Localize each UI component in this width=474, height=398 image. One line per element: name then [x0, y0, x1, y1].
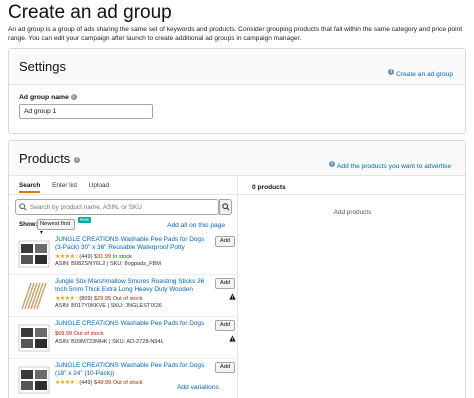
product-rating-price: $69.99 Out of stock: [55, 331, 104, 337]
product-row: JUNGLE CREATIONS Washable Pee Pads for D…: [9, 233, 238, 275]
product-thumbnail: [21, 282, 47, 310]
product-rating-price: ★★★★☆(449) $31.99 In stock: [55, 253, 132, 260]
rating-count: (449): [79, 380, 93, 386]
add-product-button[interactable]: Add: [215, 278, 235, 289]
product-sku: SKU: 8ogpads_FBM: [109, 261, 161, 267]
search-button[interactable]: [219, 199, 232, 215]
info-icon[interactable]: i: [73, 156, 80, 163]
sort-select-value: Newest first: [40, 221, 71, 227]
add-products-help-link[interactable]: i Add the products you want to advertise: [329, 155, 451, 173]
product-row: JUNGLE CREATIONS Washable Pee Pads for D…: [9, 317, 238, 359]
rating-count: (809): [79, 296, 93, 302]
intro-text: An ad group is a group of ads sharing th…: [8, 26, 463, 42]
settings-header: Settings i Create an ad group: [9, 49, 465, 85]
rating-count: (449): [79, 254, 93, 260]
star-rating-icon: ★★★★☆: [55, 296, 80, 302]
product-price: $69.99: [55, 331, 73, 337]
product-row: Jungle Stix Marshmallow Smores Roasting …: [9, 275, 238, 317]
settings-title: Settings: [19, 59, 66, 74]
stock-status: In stock: [112, 254, 132, 260]
info-icon[interactable]: i: [70, 94, 77, 101]
selected-products-pane: 0 products Add products: [238, 176, 467, 398]
selected-divider: [238, 194, 467, 195]
product-ids: ASIN: B08ZSNY6L2 | SKU: 8ogpads_FBM: [55, 261, 161, 267]
add-product-button[interactable]: Add: [215, 362, 235, 373]
product-title[interactable]: JUNGLE CREATIONS Washable Pee Pads for D…: [55, 362, 205, 378]
settings-card: Settings i Create an ad group Ad group na…: [8, 48, 466, 134]
product-tabs: Search Enter list Upload: [19, 182, 119, 193]
products-title-text: Products: [19, 151, 71, 166]
ad-group-name-label-text: Ad group name: [19, 94, 69, 101]
products-title: Products i: [19, 151, 82, 166]
add-variations-link[interactable]: Add variations: [177, 384, 219, 391]
product-price: $29.95: [94, 296, 112, 302]
search-icon: [19, 203, 27, 211]
product-price: $31.99: [94, 254, 112, 260]
tab-enter-list[interactable]: Enter list: [52, 182, 77, 191]
product-thumbnail: [18, 324, 50, 352]
ad-group-name-label: Ad group name i: [19, 94, 79, 101]
stock-status: Out of stock: [112, 296, 143, 302]
products-header: Products i i Add the products you want to…: [9, 141, 465, 176]
products-card: Products i i Add the products you want to…: [8, 140, 467, 398]
product-thumbnail: [18, 366, 50, 394]
tab-search[interactable]: Search: [19, 182, 41, 193]
product-title[interactable]: JUNGLE CREATIONS Washable Pee Pads for D…: [55, 236, 205, 252]
product-thumbnail: [18, 240, 50, 268]
add-product-button[interactable]: Add: [215, 320, 235, 331]
star-rating-icon: ★★★★☆: [55, 254, 80, 260]
product-sku: SKU: JNGLESTIX36: [110, 303, 162, 309]
product-title[interactable]: JUNGLE CREATIONS Washable Pee Pads for D…: [55, 320, 205, 328]
warning-icon: [229, 335, 236, 342]
add-product-button[interactable]: Add: [215, 236, 235, 247]
info-icon: i: [329, 160, 335, 167]
stock-status: Out of stock: [73, 331, 104, 337]
add-products-help-label: Add the products you want to advertise: [337, 163, 451, 170]
product-row: JUNGLE CREATIONS Washable Pee Pads for D…: [9, 359, 238, 398]
create-ad-group-link[interactable]: i Create an ad group: [388, 63, 453, 81]
product-ids: ASIN: B09M723MHK | SKU: AD-2728-N94L: [55, 339, 164, 345]
page-title: Create an ad group: [8, 2, 172, 23]
new-badge: New: [78, 217, 92, 223]
stock-status: Out of stock: [112, 380, 143, 386]
tab-divider: [9, 194, 237, 195]
product-asin: ASIN: B08ZSNY6L2: [55, 261, 106, 267]
product-title[interactable]: Jungle Stix Marshmallow Smores Roasting …: [55, 278, 205, 294]
info-icon: i: [388, 68, 395, 75]
product-search-pane: Search Enter list Upload Show: Newest fi…: [9, 176, 238, 398]
show-label: Show:: [19, 221, 38, 228]
product-rating-price: ★★★★☆(449) $49.99 Out of stock: [55, 379, 143, 386]
product-asin: ASIN: B09M723MHK: [55, 339, 108, 345]
empty-state-text: Add products: [333, 209, 372, 216]
star-rating-icon: ★★★★☆: [55, 380, 80, 386]
tab-upload[interactable]: Upload: [89, 182, 109, 191]
product-search-input[interactable]: [15, 199, 219, 215]
ad-group-name-input[interactable]: [19, 104, 153, 119]
product-rating-price: ★★★★☆(809) $29.95 Out of stock: [55, 295, 143, 302]
warning-icon: [229, 293, 236, 300]
product-list: JUNGLE CREATIONS Washable Pee Pads for D…: [9, 233, 238, 398]
search-icon: [222, 203, 230, 211]
create-ad-group-label: Create an ad group: [396, 71, 453, 78]
product-ids: ASIN: B017Y0KKVE | SKU: JNGLESTIX36: [55, 303, 162, 309]
product-price: $49.99: [94, 380, 112, 386]
add-all-link[interactable]: Add all on this page: [167, 222, 225, 229]
product-asin: ASIN: B017Y0KKVE: [55, 303, 106, 309]
selected-count: 0 products: [252, 184, 286, 191]
product-sku: SKU: AD-2728-N94L: [112, 339, 164, 345]
sort-select[interactable]: Newest first ▾: [37, 219, 75, 236]
